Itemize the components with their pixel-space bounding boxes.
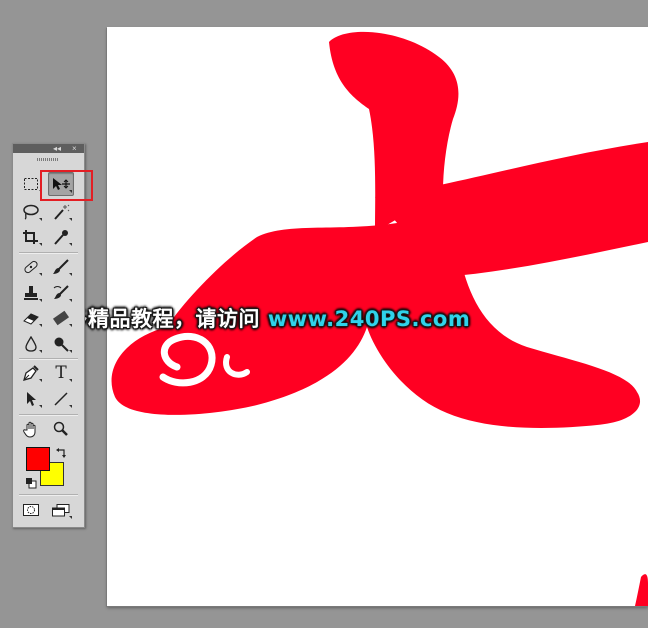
magnifier-icon xyxy=(53,421,68,436)
eraser-icon xyxy=(23,313,39,325)
gradient-tool[interactable] xyxy=(49,307,73,329)
close-icon[interactable]: × xyxy=(72,144,77,153)
bandage-icon xyxy=(24,260,38,274)
zoom-tool[interactable] xyxy=(49,418,73,440)
watermark-text: 更多精品教程，请访问 www.240PS.com xyxy=(45,303,470,333)
divider xyxy=(19,494,78,496)
brush-tool[interactable] xyxy=(49,256,73,278)
line-tool[interactable] xyxy=(49,388,73,410)
move-tool-highlight xyxy=(40,170,93,201)
brush-icon xyxy=(53,259,69,274)
screen-mode-icon xyxy=(52,504,70,517)
droplet-icon xyxy=(25,336,37,352)
quick-mask-button[interactable] xyxy=(19,499,43,521)
dodge-icon xyxy=(54,337,69,352)
quick-mask-icon xyxy=(23,504,39,516)
type-tool[interactable]: T xyxy=(49,362,73,384)
screen-mode-button[interactable] xyxy=(49,499,73,521)
dodge-tool[interactable] xyxy=(49,333,73,355)
history-brush-icon xyxy=(53,285,69,299)
collapse-icon[interactable]: ◂◂ xyxy=(53,144,61,153)
lasso-icon xyxy=(23,204,39,220)
stamp-icon xyxy=(24,286,38,300)
lasso-tool[interactable] xyxy=(19,201,43,223)
hand-icon xyxy=(23,421,36,438)
pen-tool[interactable] xyxy=(19,362,43,384)
gradient-icon xyxy=(52,310,70,326)
divider xyxy=(19,414,78,416)
healing-brush-tool[interactable] xyxy=(19,256,43,278)
swap-colors-icon[interactable] xyxy=(56,446,68,458)
default-colors-icon[interactable] xyxy=(25,477,37,489)
divider xyxy=(19,358,78,360)
hand-tool[interactable] xyxy=(19,418,43,440)
clone-stamp-tool[interactable] xyxy=(19,282,43,304)
magic-wand-tool[interactable] xyxy=(49,201,73,223)
pen-icon xyxy=(23,365,39,381)
watermark-url: www.240PS.com xyxy=(267,307,471,331)
crop-tool[interactable] xyxy=(19,226,43,248)
path-selection-tool[interactable] xyxy=(19,388,43,410)
tools-panel-header[interactable]: ◂◂ × xyxy=(13,144,84,153)
type-icon: T xyxy=(55,363,67,383)
magic-wand-icon xyxy=(54,204,70,220)
line-icon xyxy=(54,392,68,406)
history-brush-tool[interactable] xyxy=(49,282,73,304)
marquee-icon xyxy=(24,178,38,190)
divider xyxy=(19,252,78,254)
blur-tool[interactable] xyxy=(19,333,43,355)
eyedropper-icon xyxy=(54,230,68,245)
arrow-icon xyxy=(27,392,36,406)
foreground-color-swatch[interactable] xyxy=(26,447,50,471)
crop-icon xyxy=(23,230,38,244)
eraser-tool[interactable] xyxy=(19,307,43,329)
eyedropper-tool[interactable] xyxy=(49,226,73,248)
panel-grip-handle[interactable] xyxy=(13,156,84,164)
